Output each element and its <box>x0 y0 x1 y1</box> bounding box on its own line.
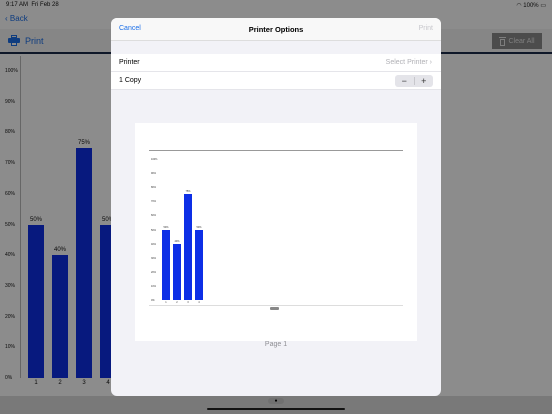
preview-top-rule <box>149 150 403 151</box>
preview-y-tick-label: 40% <box>151 242 157 246</box>
preview-bar <box>184 194 192 300</box>
preview-bar <box>195 229 203 300</box>
preview-x-tick-label: 2 <box>176 301 178 304</box>
preview-y-tick-label: 0% <box>151 299 155 302</box>
preview-y-tick-label: 90% <box>151 172 157 176</box>
preview-bar <box>173 243 181 300</box>
copies-label: 1 Copy <box>119 77 142 84</box>
preview-y-tick-label: 60% <box>151 214 157 218</box>
print-preview[interactable]: 100% 90% 80% 70% 60% 50% 40% 30% 20% 10% 0% 50% 1 40%… <box>135 123 417 341</box>
preview-bar-value-label: 50% <box>196 225 202 229</box>
preview-bar-value-label: 40% <box>174 239 180 243</box>
preview-y-tick-label: 20% <box>151 270 157 274</box>
preview-x-tick-label: 4 <box>198 301 200 304</box>
stepper-minus-button[interactable]: − <box>395 75 414 87</box>
preview-x-tick-label: 3 <box>187 301 189 304</box>
printer-row[interactable]: Printer Select Printer › <box>111 54 441 72</box>
preview-bar-value-label: 75% <box>185 190 191 194</box>
dialog-header: Cancel Printer Options Print <box>111 18 441 41</box>
copies-stepper[interactable]: − + <box>395 75 433 87</box>
preview-y-tick-label: 80% <box>151 186 157 190</box>
preview-bar <box>162 229 170 300</box>
stepper-plus-button[interactable]: + <box>415 75 434 87</box>
preview-y-tick-label: 70% <box>151 200 157 204</box>
preview-baseline <box>149 305 403 306</box>
dialog-title: Printer Options <box>248 25 304 34</box>
preview-bar-value-label: 50% <box>163 225 169 229</box>
page-label: Page 1 <box>264 341 288 348</box>
dialog-print-button[interactable]: Print <box>419 25 433 32</box>
preview-y-tick-label: 10% <box>151 284 157 288</box>
printer-options-dialog: Cancel Printer Options Print Printer Sel… <box>111 18 441 396</box>
copies-row: 1 Copy − + <box>111 72 441 90</box>
preview-y-tick-label: 50% <box>151 228 157 232</box>
printer-value: Select Printer › <box>385 59 432 66</box>
preview-y-tick-label: 100% <box>151 158 158 161</box>
preview-y-tick-label: 30% <box>151 256 157 260</box>
preview-page-indicator <box>270 307 279 310</box>
chevron-right-icon: › <box>429 59 432 66</box>
printer-label: Printer <box>119 59 140 66</box>
preview-x-tick-label: 1 <box>165 301 167 304</box>
